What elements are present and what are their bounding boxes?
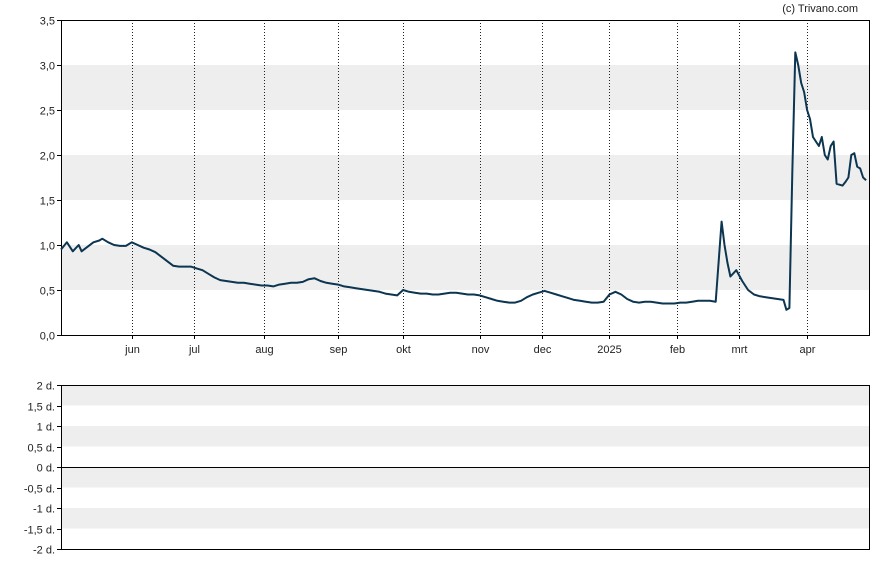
y-tick-label: 0,5 xyxy=(40,286,55,298)
main-chart-x-axis: jun jul aug sep okt nov dec 2025 feb mrt apr xyxy=(124,335,816,356)
y-tick-label: 2,0 xyxy=(40,151,55,163)
y-tick-label: 0,0 xyxy=(40,331,55,343)
x-tick-label: mrt xyxy=(732,344,748,356)
y-tick-label: 3,0 xyxy=(40,61,55,73)
sub-y-tick-label: 1,5 d. xyxy=(27,402,55,414)
y-tick-label: 2,5 xyxy=(40,106,55,118)
copyright-label: (c) Trivano.com xyxy=(782,3,858,15)
sub-chart-y-axis: 2 d. 1,5 d. 1 d. 0,5 d. 0 d. -0,5 d. -1 d. -1,5… xyxy=(24,381,61,557)
x-tick-label: apr xyxy=(800,344,816,356)
x-tick-label: 2025 xyxy=(597,344,621,356)
x-tick-label: okt xyxy=(396,344,411,356)
sub-y-tick-label: -0,5 d. xyxy=(24,484,55,496)
sub-y-tick-label: -1,5 d. xyxy=(24,525,55,537)
main-chart-y-axis: 0,0 0,5 1,0 1,5 2,0 2,5 3,0 3,5 xyxy=(40,16,61,343)
y-tick-label: 3,5 xyxy=(40,16,55,28)
sub-band xyxy=(61,426,869,447)
sub-y-tick-label: 1 d. xyxy=(37,422,55,434)
main-chart-bands xyxy=(61,65,869,290)
x-tick-label: dec xyxy=(534,344,552,356)
x-tick-label: sep xyxy=(330,344,348,356)
sub-band xyxy=(61,385,869,406)
sub-chart-bands xyxy=(61,385,869,529)
x-tick-label: jul xyxy=(188,344,200,356)
y-tick-label: 1,0 xyxy=(40,241,55,253)
sub-y-tick-label: 0 d. xyxy=(37,463,55,475)
x-tick-label: feb xyxy=(670,344,685,356)
sub-y-tick-label: 2 d. xyxy=(37,381,55,393)
main-band xyxy=(61,155,869,200)
x-tick-label: jun xyxy=(124,344,140,356)
sub-y-tick-label: -1 d. xyxy=(33,504,55,516)
sub-band xyxy=(61,508,869,529)
sub-band xyxy=(61,467,869,488)
sub-y-tick-label: -2 d. xyxy=(33,545,55,557)
main-band xyxy=(61,65,869,110)
x-tick-label: aug xyxy=(255,344,273,356)
x-tick-label: nov xyxy=(472,344,490,356)
stock-chart: 0,0 0,5 1,0 1,5 2,0 2,5 3,0 3,5 jun jul aug sep okt… xyxy=(24,3,870,557)
sub-y-tick-label: 0,5 d. xyxy=(27,443,55,455)
y-tick-label: 1,5 xyxy=(40,196,55,208)
